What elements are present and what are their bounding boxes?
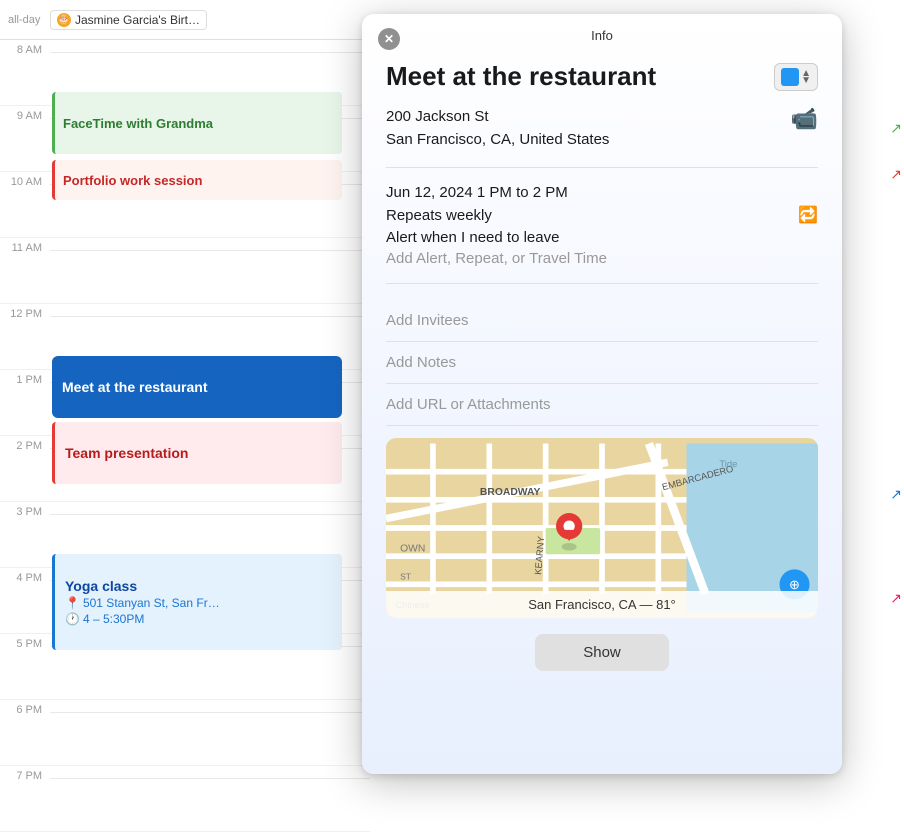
share-icon-team: ↗ — [890, 486, 902, 503]
add-notes[interactable]: Add Notes — [386, 342, 818, 384]
popup-header: ✕ Info — [362, 14, 842, 53]
share-icon-portfolio: ↗ — [890, 166, 902, 183]
location-pin-icon: 📍 — [65, 596, 80, 610]
time-slot-6pm: 6 PM — [0, 700, 370, 766]
allday-event-title: Jasmine Garcia's Birt… — [75, 13, 200, 27]
time-label-5pm: 5 PM — [0, 634, 50, 650]
event-restaurant-title: Meet at the restaurant — [62, 379, 207, 395]
calendar-color-button[interactable]: ▲ ▼ — [774, 63, 818, 91]
time-label-9am: 9 AM — [0, 106, 50, 122]
close-button[interactable]: ✕ — [378, 28, 400, 50]
add-invitees[interactable]: Add Invitees — [386, 300, 818, 342]
event-title-row: Meet at the restaurant ▲ ▼ — [386, 61, 818, 92]
time-slot-11am: 11 AM — [0, 238, 370, 304]
map-label: San Francisco, CA — 81° — [386, 591, 818, 618]
time-label-1pm: 1 PM — [0, 370, 50, 386]
location-line2: San Francisco, CA, United States — [386, 129, 609, 152]
time-label-12pm: 12 PM — [0, 304, 50, 320]
alert-text: Alert when I need to leave — [386, 229, 818, 246]
add-url[interactable]: Add URL or Attachments — [386, 384, 818, 426]
event-yoga-address: 📍 501 Stanyan St, San Fr… — [65, 596, 332, 610]
time-label-2pm: 2 PM — [0, 436, 50, 452]
repeat-row: Repeats weekly 🔁 — [386, 205, 818, 225]
allday-event[interactable]: 🎂 Jasmine Garcia's Birt… — [50, 10, 207, 30]
event-portfolio[interactable]: Portfolio work session — [52, 160, 342, 200]
info-popup: ✕ Info Meet at the restaurant ▲ ▼ 200 Ja… — [362, 14, 842, 774]
event-main-title: Meet at the restaurant — [386, 61, 774, 92]
event-team[interactable]: Team presentation — [52, 422, 342, 484]
time-label-6pm: 6 PM — [0, 700, 50, 716]
share-icon-facetime: ↗ — [890, 120, 902, 137]
datetime-section: Jun 12, 2024 1 PM to 2 PM Repeats weekly… — [386, 184, 818, 284]
svg-text:BROADWAY: BROADWAY — [480, 487, 541, 498]
time-label-11am: 11 AM — [0, 238, 50, 254]
location-text: 200 Jackson St San Francisco, CA, United… — [386, 106, 609, 151]
event-facetime[interactable]: FaceTime with Grandma — [52, 92, 342, 154]
map-container[interactable]: BROADWAY EMBARCADERO KEARNY OWN ST Tide — [386, 438, 818, 618]
allday-label: all-day — [0, 14, 50, 26]
datetime-text: Jun 12, 2024 1 PM to 2 PM — [386, 184, 818, 201]
popup-title: Info — [591, 28, 613, 43]
event-facetime-title: FaceTime with Grandma — [63, 116, 213, 131]
event-yoga[interactable]: Yoga class 📍 501 Stanyan St, San Fr… 🕐 4… — [52, 554, 342, 650]
share-icon-yoga: ↗ — [890, 590, 902, 607]
location-row: 200 Jackson St San Francisco, CA, United… — [386, 106, 818, 168]
time-label-4pm: 4 PM — [0, 568, 50, 584]
allday-row: all-day 🎂 Jasmine Garcia's Birt… — [0, 0, 370, 40]
time-label-10am: 10 AM — [0, 172, 50, 188]
repeat-text: Repeats weekly — [386, 207, 492, 224]
svg-text:ST: ST — [400, 572, 411, 582]
popup-content: Meet at the restaurant ▲ ▼ 200 Jackson S… — [362, 53, 842, 691]
chevron-updown-icon: ▲ ▼ — [801, 70, 811, 84]
add-alert-text[interactable]: Add Alert, Repeat, or Travel Time — [386, 250, 818, 284]
location-line1: 200 Jackson St — [386, 106, 609, 129]
birthday-icon: 🎂 — [57, 13, 71, 27]
event-restaurant[interactable]: Meet at the restaurant — [52, 356, 342, 418]
time-label-7pm: 7 PM — [0, 766, 50, 782]
time-label-8am: 8 AM — [0, 40, 50, 56]
event-portfolio-title: Portfolio work session — [63, 173, 202, 188]
svg-text:Tide: Tide — [719, 458, 737, 469]
calendar-color-swatch — [781, 68, 799, 86]
event-team-title: Team presentation — [65, 445, 188, 461]
repeat-icon: 🔁 — [798, 205, 818, 225]
event-yoga-time: 🕐 4 – 5:30PM — [65, 612, 332, 626]
show-button[interactable]: Show — [535, 634, 669, 671]
svg-text:⊕: ⊕ — [789, 577, 800, 592]
time-label-3pm: 3 PM — [0, 502, 50, 518]
svg-text:OWN: OWN — [400, 543, 425, 554]
video-camera-icon: 📹 — [791, 106, 818, 132]
event-yoga-title: Yoga class — [65, 578, 332, 594]
close-icon: ✕ — [384, 32, 394, 46]
clock-icon: 🕐 — [65, 612, 80, 626]
time-slot-7pm: 7 PM — [0, 766, 370, 832]
